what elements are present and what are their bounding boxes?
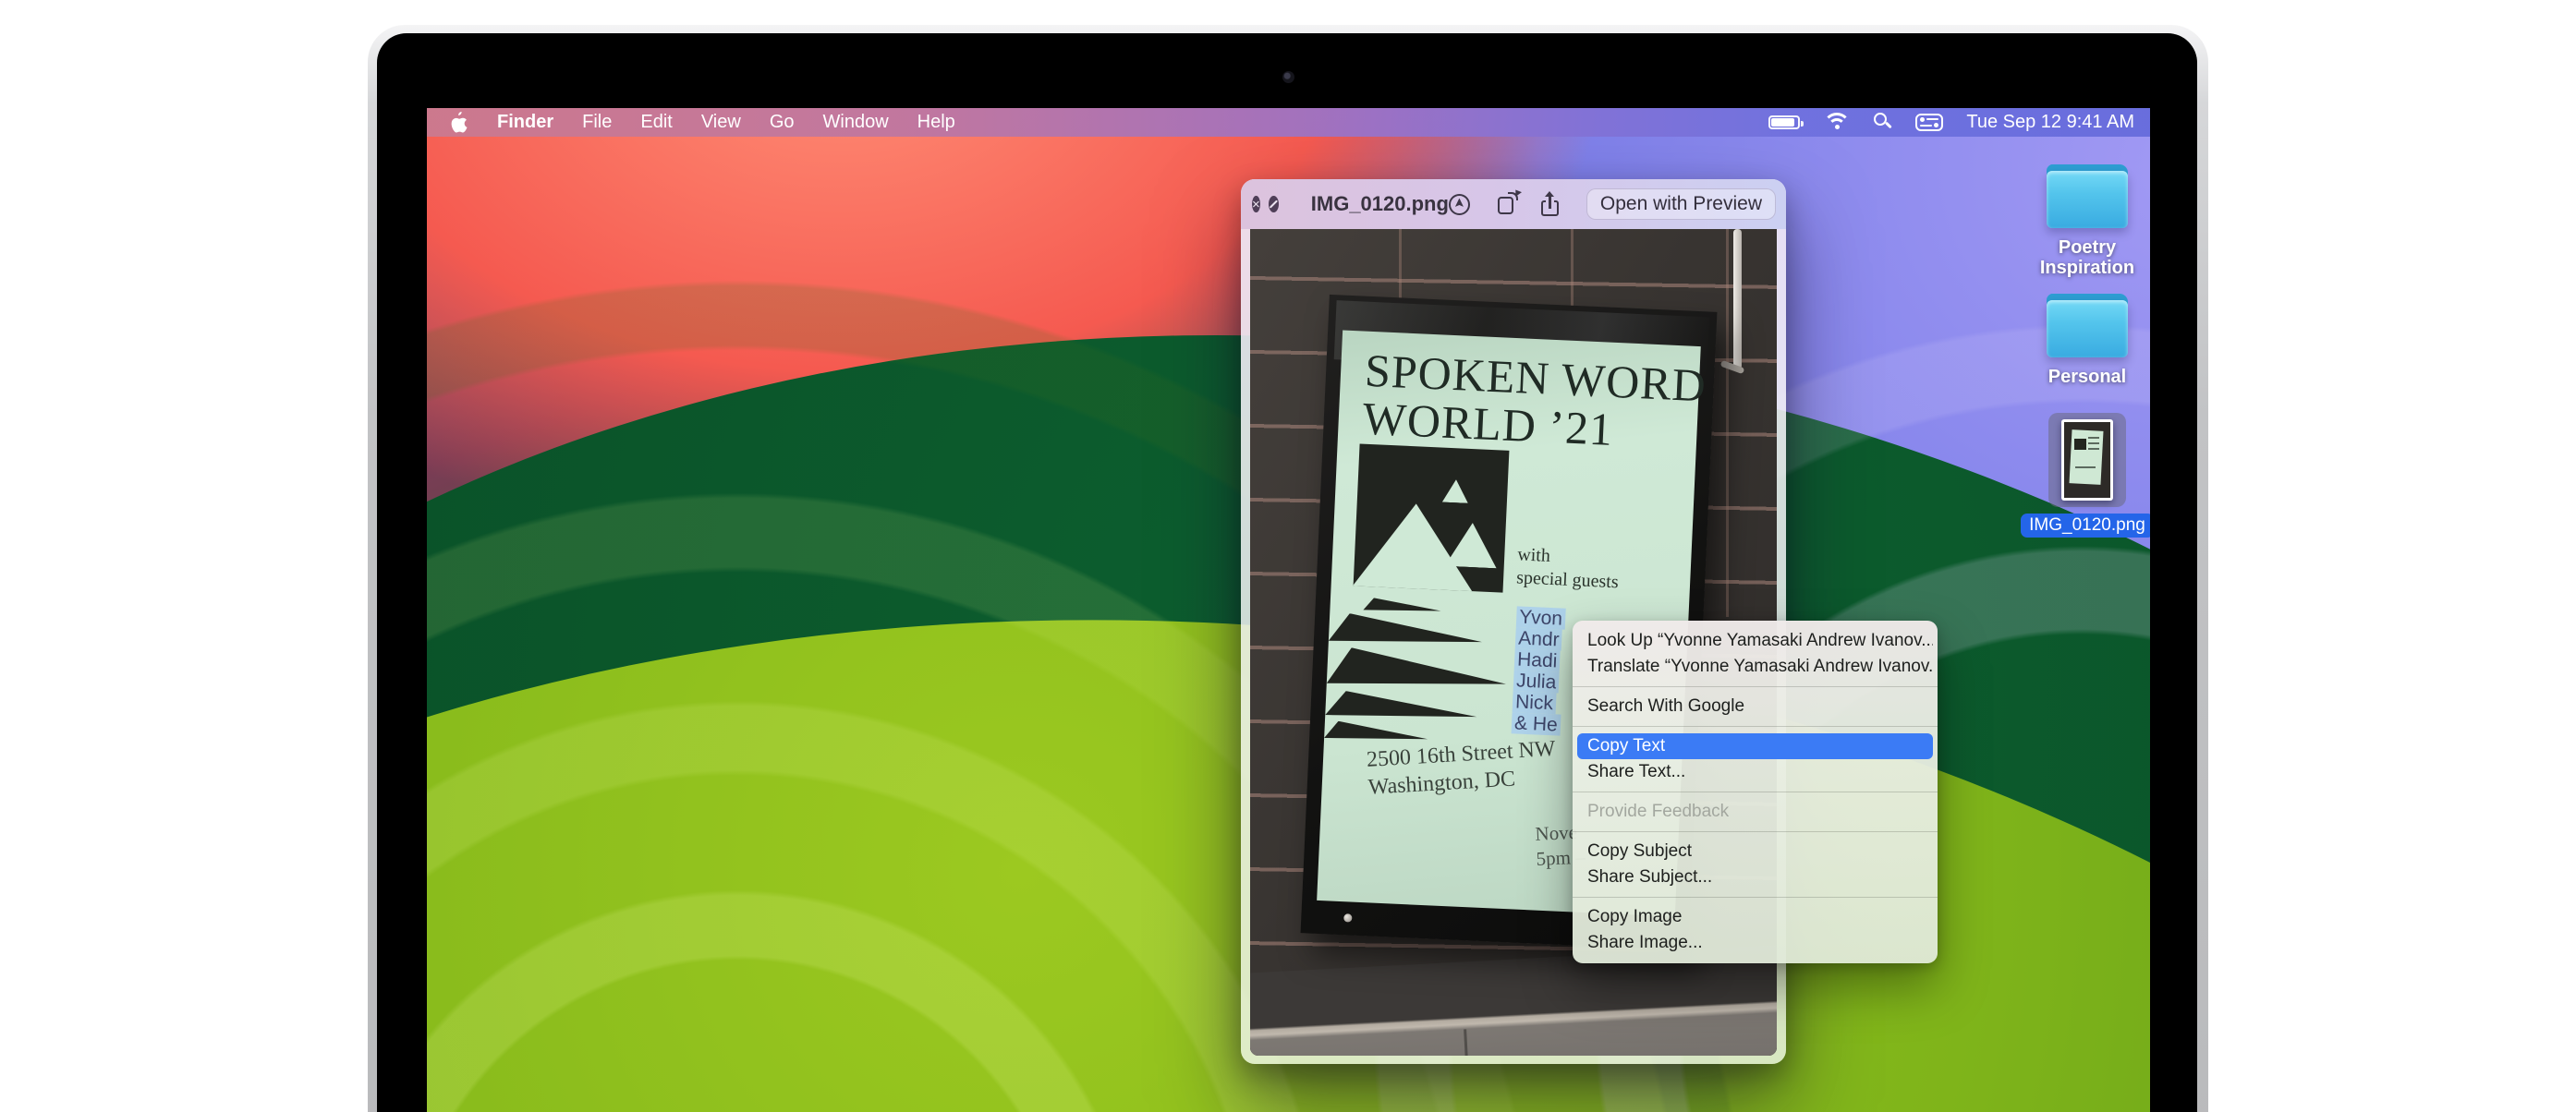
poster-selected-names[interactable]: Yvon Andr Hadi Julia Nick & He [1512, 606, 1566, 735]
menubar-item-go[interactable]: Go [770, 112, 795, 133]
menu-separator [1573, 831, 1938, 832]
menubar-item-view[interactable]: View [701, 112, 741, 133]
quicklook-titlebar[interactable]: × IMG_0120.png Open with Preview [1241, 179, 1786, 229]
quicklook-toolbar: Open with Preview [1449, 188, 1776, 220]
poster-triangle-stack [1324, 596, 1510, 751]
close-button[interactable]: × [1252, 196, 1260, 212]
menu-item-translate[interactable]: Translate “Yvonne Yamasaki Andrew Ivanov… [1577, 654, 1933, 680]
menubar-item-finder[interactable]: Finder [497, 112, 553, 133]
folder-icon [2047, 300, 2128, 357]
menubar-item-window[interactable]: Window [823, 112, 889, 133]
billboard-bolt [1343, 913, 1352, 922]
menu-item-share-text[interactable]: Share Text... [1577, 759, 1933, 785]
menubar-item-help[interactable]: Help [917, 112, 955, 133]
share-icon[interactable] [1541, 192, 1559, 216]
spotlight-search-icon[interactable] [1874, 113, 1892, 132]
menubar-item-edit[interactable]: Edit [640, 112, 672, 133]
close-icon: × [1252, 198, 1260, 212]
window-title: IMG_0120.png [1311, 192, 1449, 216]
menu-item-look-up[interactable]: Look Up “Yvonne Yamasaki Andrew Ivanov..… [1577, 628, 1933, 654]
menu-item-share-subject[interactable]: Share Subject... [1577, 864, 1933, 890]
menu-item-provide-feedback: Provide Feedback [1577, 799, 1933, 825]
desktop-icon-personal[interactable]: Personal [2018, 300, 2150, 387]
menu-item-share-image[interactable]: Share Image... [1577, 930, 1933, 956]
menu-separator [1573, 686, 1938, 687]
fullscreen-button[interactable] [1269, 196, 1279, 212]
icon-label: Poetry Inspiration [2018, 237, 2150, 278]
wall-seam [1726, 229, 1729, 617]
fullscreen-icon [1270, 199, 1278, 208]
poster-title: SPOKEN WORD WORLD ’21 [1362, 346, 1707, 458]
menu-separator [1573, 897, 1938, 898]
context-menu: Look Up “Yvonne Yamasaki Andrew Ivanov..… [1573, 621, 1938, 963]
poster-mountain-graphic [1354, 443, 1510, 592]
icon-selection-highlight [2048, 413, 2126, 507]
menu-bar-left: Finder File Edit View Go Window Help [448, 112, 955, 134]
menu-bar-clock[interactable]: Tue Sep 12 9:41 AM [1966, 112, 2134, 133]
menu-item-copy-image[interactable]: Copy Image [1577, 904, 1933, 930]
menu-bar: Finder File Edit View Go Window Help Tue… [427, 108, 2150, 137]
menu-bar-status-area: Tue Sep 12 9:41 AM [1768, 112, 2134, 133]
icon-label: Personal [2048, 367, 2126, 387]
folder-icon [2047, 171, 2128, 228]
image-file-thumbnail [2061, 419, 2113, 501]
open-with-preview-button[interactable]: Open with Preview [1586, 188, 1776, 220]
poster-guests-caption: with special guests [1516, 543, 1621, 594]
menubar-item-file[interactable]: File [582, 112, 612, 133]
desktop-icon-poetry-inspiration[interactable]: Poetry Inspiration [2018, 171, 2150, 278]
macos-desktop: Finder File Edit View Go Window Help Tue… [427, 108, 2150, 1112]
marketing-canvas: Finder File Edit View Go Window Help Tue… [0, 0, 2576, 1112]
markup-pen-icon[interactable] [1449, 194, 1470, 215]
menu-item-search-with-google[interactable]: Search With Google [1577, 694, 1933, 719]
control-center-icon[interactable] [1915, 114, 1943, 131]
apple-menu-icon[interactable] [448, 112, 468, 134]
photo-conduit-pipe [1733, 229, 1742, 369]
wifi-icon[interactable] [1823, 113, 1851, 132]
poster-address: 2500 16th Street NW Washington, DC [1366, 735, 1558, 802]
battery-icon[interactable] [1768, 115, 1800, 129]
desktop-icon-img-0120[interactable]: IMG_0120.png [2018, 413, 2150, 538]
menu-item-copy-text[interactable]: Copy Text [1577, 733, 1933, 759]
menu-item-copy-subject[interactable]: Copy Subject [1577, 839, 1933, 864]
selected-filename-label: IMG_0120.png [2021, 514, 2150, 538]
rotate-icon[interactable] [1498, 197, 1513, 214]
facetime-camera [1282, 71, 1294, 83]
menu-separator [1573, 726, 1938, 727]
